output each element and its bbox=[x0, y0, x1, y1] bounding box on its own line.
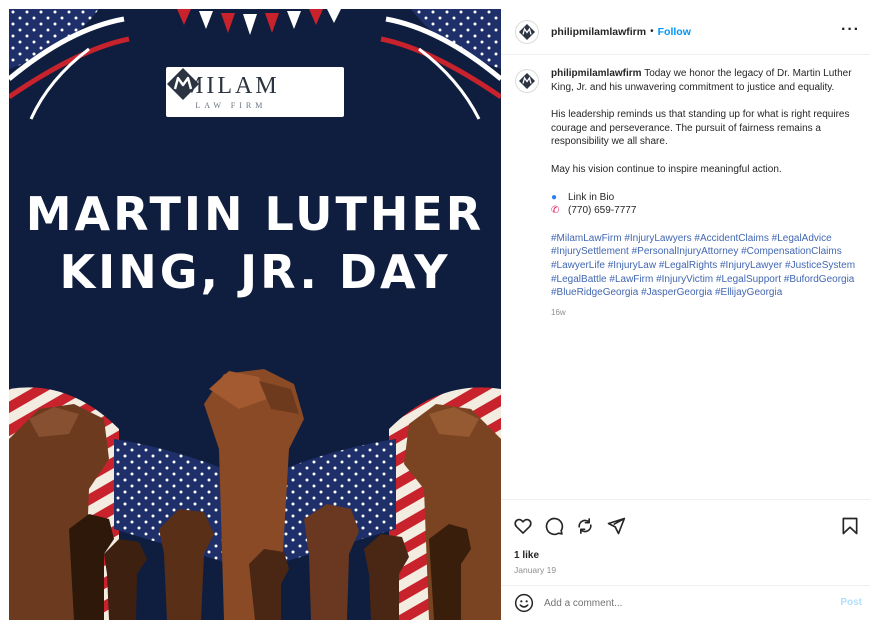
caption-username[interactable]: philipmilamlawfirm bbox=[551, 68, 642, 79]
phone-contact: ✆ (770) 659-7777 bbox=[551, 204, 861, 218]
hashtag-link[interactable]: #BufordGeorgia bbox=[784, 274, 855, 285]
comment-icon[interactable] bbox=[544, 516, 564, 536]
hashtag-link[interactable]: #PersonalInjuryAttorney bbox=[632, 246, 739, 257]
hashtag-link[interactable]: #MilamLawFirm bbox=[551, 233, 622, 244]
post-date[interactable]: January 19 bbox=[501, 565, 870, 575]
hashtag-link[interactable]: #AccidentClaims bbox=[694, 233, 768, 244]
follow-button[interactable]: Follow bbox=[658, 26, 691, 38]
milam-avatar-icon bbox=[519, 73, 535, 89]
hashtag-list: #MilamLawFirm #InjuryLawyers #AccidentCl… bbox=[551, 232, 861, 300]
header-username[interactable]: philipmilamlawfirm bbox=[551, 26, 646, 38]
post-details-panel: philipmilamlawfirm • Follow ··· philipmi… bbox=[501, 9, 870, 620]
hashtag-link[interactable]: #InjuryLawyer bbox=[720, 260, 782, 271]
link-in-bio: ● Link in Bio bbox=[551, 191, 861, 205]
separator-dot: • bbox=[650, 26, 654, 37]
headline-line-2: KING, JR. DAY bbox=[59, 245, 451, 299]
hashtag-link[interactable]: #EllijayGeorgia bbox=[715, 287, 782, 298]
caption-body: philipmilamlawfirm Today we honor the le… bbox=[551, 67, 861, 319]
hashtag-link[interactable]: #LawyerLife bbox=[551, 260, 605, 271]
milam-logo: MILAM LAW FIRM bbox=[166, 67, 344, 117]
milam-avatar-icon bbox=[519, 23, 535, 40]
hashtag-link[interactable]: #BlueRidgeGeorgia bbox=[551, 287, 638, 298]
hashtag-link[interactable]: #LegalBattle bbox=[551, 274, 607, 285]
hashtag-link[interactable]: #InjuryVictim bbox=[656, 274, 713, 285]
emoji-icon[interactable] bbox=[514, 593, 534, 613]
post-image[interactable]: MILAM LAW FIRM MARTIN LUTHER KING, JR. D… bbox=[9, 9, 501, 620]
hashtag-link[interactable]: #InjuryLaw bbox=[608, 260, 656, 271]
globe-icon: ● bbox=[551, 191, 558, 203]
heart-icon[interactable] bbox=[513, 516, 533, 536]
caption-text-2: His leadership reminds us that standing … bbox=[551, 109, 850, 148]
headline-line-1: MARTIN LUTHER bbox=[25, 187, 485, 241]
avatar[interactable] bbox=[515, 19, 539, 44]
hashtag-link[interactable]: #InjurySettlement bbox=[551, 246, 629, 257]
caption: philipmilamlawfirm Today we honor the le… bbox=[515, 67, 865, 319]
action-bar bbox=[501, 500, 870, 552]
caption-avatar[interactable] bbox=[515, 69, 539, 93]
logo-sub-text: LAW FIRM bbox=[195, 101, 267, 110]
comment-input[interactable] bbox=[544, 597, 814, 609]
comment-bar: Post bbox=[501, 585, 870, 620]
share-icon[interactable] bbox=[575, 516, 595, 536]
hashtag-link[interactable]: #LegalSupport bbox=[716, 274, 781, 285]
actions-section: 1 like January 19 bbox=[501, 499, 870, 575]
caption-text-3: May his vision continue to inspire meani… bbox=[551, 163, 782, 175]
phone-icon: ✆ bbox=[551, 205, 560, 217]
image-headline: MARTIN LUTHER KING, JR. DAY bbox=[9, 185, 501, 301]
hashtag-link[interactable]: #LawFirm bbox=[609, 274, 653, 285]
hashtag-link[interactable]: #CompensationClaims bbox=[741, 246, 842, 257]
time-ago[interactable]: 16w bbox=[551, 306, 861, 320]
phone-number: (770) 659-7777 bbox=[568, 205, 637, 217]
bunting bbox=[177, 9, 341, 35]
star-field-left bbox=[9, 9, 99, 69]
hashtag-link[interactable]: #LegalAdvice bbox=[772, 233, 832, 244]
send-icon[interactable] bbox=[606, 516, 626, 536]
milam-logo-icon bbox=[167, 68, 199, 100]
hashtag-link[interactable]: #InjuryLawyers bbox=[624, 233, 691, 244]
post-comment-button[interactable]: Post bbox=[840, 597, 862, 608]
hashtag-link[interactable]: #JusticeSystem bbox=[785, 260, 855, 271]
bookmark-icon[interactable] bbox=[840, 516, 860, 536]
link-in-bio-label: Link in Bio bbox=[568, 191, 615, 203]
post-header: philipmilamlawfirm • Follow ··· bbox=[501, 9, 870, 55]
more-options-icon[interactable]: ··· bbox=[841, 21, 860, 39]
hashtag-link[interactable]: #JasperGeorgia bbox=[641, 287, 712, 298]
hashtag-link[interactable]: #LegalRights bbox=[659, 260, 717, 271]
star-field-right bbox=[411, 9, 501, 69]
